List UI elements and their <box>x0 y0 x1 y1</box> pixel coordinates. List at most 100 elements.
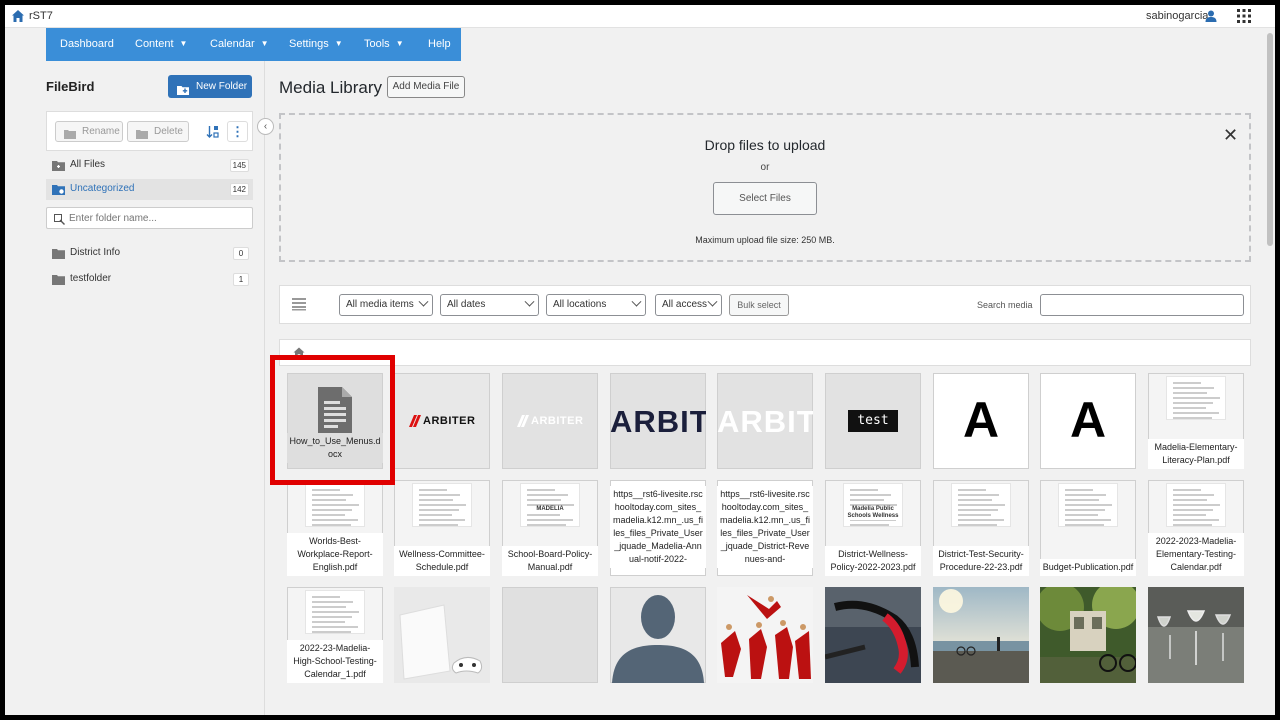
media-tile[interactable] <box>825 587 921 683</box>
logo-text: ARBIT <box>717 404 813 439</box>
media-tile[interactable]: Wellness-Committee-Schedule.pdf <box>394 480 490 576</box>
bulk-select-button[interactable]: Bulk select <box>729 294 789 316</box>
folder-edit-icon <box>64 127 76 139</box>
media-tile[interactable] <box>394 587 490 683</box>
media-tile[interactable]: Worlds-Best-Workplace-Report-English.pdf <box>287 480 383 576</box>
media-tile[interactable]: Budget-Publication.pdf <box>1040 480 1136 576</box>
nav-label: Tools <box>364 38 390 50</box>
delete-button[interactable]: Delete <box>127 121 189 142</box>
media-tile[interactable]: District-Test-Security-Procedure-22-23.p… <box>933 480 1029 576</box>
delete-label: Delete <box>154 126 183 137</box>
folder-testfolder[interactable]: testfolder 1 <box>46 269 253 290</box>
media-tile[interactable] <box>1148 587 1244 683</box>
folder-toolbar: Rename Delete ⋮ <box>46 111 253 151</box>
access-select[interactable]: All access <box>655 294 722 316</box>
media-tile[interactable] <box>502 587 598 683</box>
site-name[interactable]: rST7 <box>29 10 53 22</box>
media-tile[interactable] <box>717 587 813 683</box>
media-tile[interactable]: ARBITER <box>502 373 598 469</box>
media-tile[interactable]: test <box>825 373 921 469</box>
bicycle-photo <box>825 587 921 683</box>
logo-text: ARBIT <box>610 404 706 439</box>
logo-text: ARBITER <box>531 415 584 427</box>
user-icon[interactable] <box>1204 9 1218 23</box>
nav-help[interactable]: Help <box>428 38 451 50</box>
folder-label: testfolder <box>70 273 112 284</box>
chevron-down-icon <box>707 296 718 307</box>
nav-calendar[interactable]: Calendar ▼ <box>210 38 269 50</box>
search-folder-icon <box>54 214 65 225</box>
search-media-input[interactable] <box>1040 294 1244 316</box>
collapse-sidebar-icon[interactable]: ‹ <box>257 118 274 135</box>
dates-select[interactable]: All dates <box>440 294 539 316</box>
username[interactable]: sabinogarcia <box>1146 10 1208 22</box>
apps-grid-icon[interactable] <box>1236 8 1252 24</box>
folder-all-files[interactable]: All Files 145 <box>46 155 253 176</box>
locations-select[interactable]: All locations <box>546 294 646 316</box>
select-value: All access <box>662 299 708 310</box>
more-options-icon[interactable]: ⋮ <box>227 121 248 142</box>
logo-mark-icon <box>409 415 421 427</box>
console-image <box>394 587 490 683</box>
media-filter-bar: All media items All dates All locations … <box>279 285 1251 324</box>
rename-button[interactable]: Rename <box>55 121 123 142</box>
media-tile[interactable]: 2022-2023-Madelia-Elementary-Testing-Cal… <box>1148 480 1244 576</box>
nav-tools[interactable]: Tools ▼ <box>364 38 404 50</box>
test-image-text: test <box>848 410 898 432</box>
highlight-box <box>270 355 395 485</box>
folder-count-badge: 142 <box>229 183 249 196</box>
new-folder-button[interactable]: New Folder <box>168 75 252 98</box>
media-tile[interactable]: ARBIT <box>717 373 813 469</box>
folder-icon <box>52 274 65 285</box>
media-tile[interactable]: Madelia Public Schools Wellness District-… <box>825 480 921 576</box>
select-value: All dates <box>447 299 486 310</box>
media-tile[interactable]: Madelia-Elementary-Literacy-Plan.pdf <box>1148 373 1244 469</box>
media-tile[interactable]: https__rst6-livesite.rschooltoday.com_si… <box>717 480 813 576</box>
sort-icon[interactable] <box>202 121 223 142</box>
scrollbar-thumb[interactable] <box>1267 33 1273 246</box>
park-bench-photo <box>1040 587 1136 683</box>
file-name: School-Board-Policy-Manual.pdf <box>502 546 598 576</box>
select-value: All media items <box>346 299 414 310</box>
logo-text: ARBITER <box>423 415 476 427</box>
list-view-icon[interactable] <box>292 297 306 311</box>
media-tile[interactable]: ARBITER <box>394 373 490 469</box>
media-tile[interactable] <box>933 587 1029 683</box>
search-media-label: Search media <box>977 300 1033 310</box>
media-tile[interactable] <box>1040 587 1136 683</box>
upload-dropzone[interactable]: ✕ Drop files to upload or Select Files M… <box>279 113 1251 262</box>
folder-icon <box>52 248 65 259</box>
nav-dashboard[interactable]: Dashboard <box>60 38 114 50</box>
media-tile[interactable]: MADELIA School-Board-Policy-Manual.pdf <box>502 480 598 576</box>
chevron-down-icon <box>418 296 429 307</box>
media-tile[interactable]: A <box>933 373 1029 469</box>
letter-image-text: A <box>1069 392 1107 448</box>
media-tile[interactable]: https__rst6-livesite.rschooltoday.com_si… <box>610 480 706 576</box>
pdf-preview <box>412 483 472 527</box>
add-media-file-button[interactable]: Add Media File <box>387 76 465 98</box>
media-tile[interactable]: 2022-23-Madelia-High-School-Testing-Cale… <box>287 587 383 683</box>
file-name: 2022-2023-Madelia-Elementary-Testing-Cal… <box>1148 533 1244 576</box>
nav-settings[interactable]: Settings ▼ <box>289 38 343 50</box>
browser-viewport: rST7 sabinogarcia Dashboard Content ▼ Cal… <box>5 5 1275 715</box>
pdf-preview <box>305 483 365 527</box>
pdf-preview <box>1058 483 1118 527</box>
file-name: District-Wellness-Policy-2022-2023.pdf <box>825 546 921 576</box>
nav-content[interactable]: Content ▼ <box>135 38 187 50</box>
nav-label: Content <box>135 38 174 50</box>
nav-label: Dashboard <box>60 38 114 50</box>
media-tile[interactable] <box>610 587 706 683</box>
select-files-button[interactable]: Select Files <box>713 182 817 215</box>
folder-search-box <box>46 207 253 229</box>
folder-label: All Files <box>70 159 106 170</box>
folder-label: Uncategorized <box>70 183 135 194</box>
media-tile[interactable]: A <box>1040 373 1136 469</box>
folder-search-input[interactable] <box>69 210 249 226</box>
media-type-select[interactable]: All media items <box>339 294 433 316</box>
folder-uncategorized[interactable]: Uncategorized 142 <box>46 179 253 200</box>
media-tile[interactable]: ARBIT <box>610 373 706 469</box>
folder-district-info[interactable]: District Info 0 <box>46 243 253 264</box>
nav-label: Help <box>428 38 451 50</box>
home-icon[interactable] <box>11 9 25 23</box>
new-folder-label: New Folder <box>196 81 248 92</box>
